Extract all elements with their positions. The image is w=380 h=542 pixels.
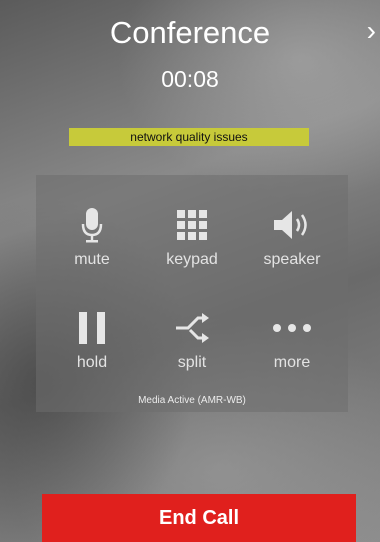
mute-button[interactable]: mute (42, 205, 142, 269)
chevron-right-icon[interactable]: › (367, 16, 376, 46)
speaker-button[interactable]: speaker (242, 205, 342, 269)
speaker-icon (242, 205, 342, 245)
speaker-label: speaker (263, 251, 321, 268)
keypad-grid-icon (142, 205, 242, 245)
more-button[interactable]: more (242, 308, 342, 372)
hold-button[interactable]: hold (42, 308, 142, 372)
more-dots-icon (242, 308, 342, 348)
network-quality-banner: network quality issues (69, 128, 309, 146)
call-title: Conference (109, 15, 271, 50)
split-button[interactable]: split (142, 308, 242, 372)
mute-label: mute (74, 251, 110, 268)
split-arrows-icon (142, 308, 242, 348)
keypad-button[interactable]: keypad (142, 205, 242, 269)
call-timer: 00:08 (161, 66, 219, 92)
media-status: Media Active (AMR-WB) (138, 395, 246, 406)
call-controls-panel: mute keypad speaker hold split more Medi… (36, 175, 348, 412)
pause-icon (42, 308, 142, 348)
end-call-button[interactable]: End Call (42, 494, 356, 542)
more-label: more (273, 354, 311, 371)
hold-label: hold (76, 354, 108, 371)
split-label: split (177, 354, 207, 371)
microphone-icon (42, 205, 142, 245)
keypad-label: keypad (166, 251, 218, 268)
